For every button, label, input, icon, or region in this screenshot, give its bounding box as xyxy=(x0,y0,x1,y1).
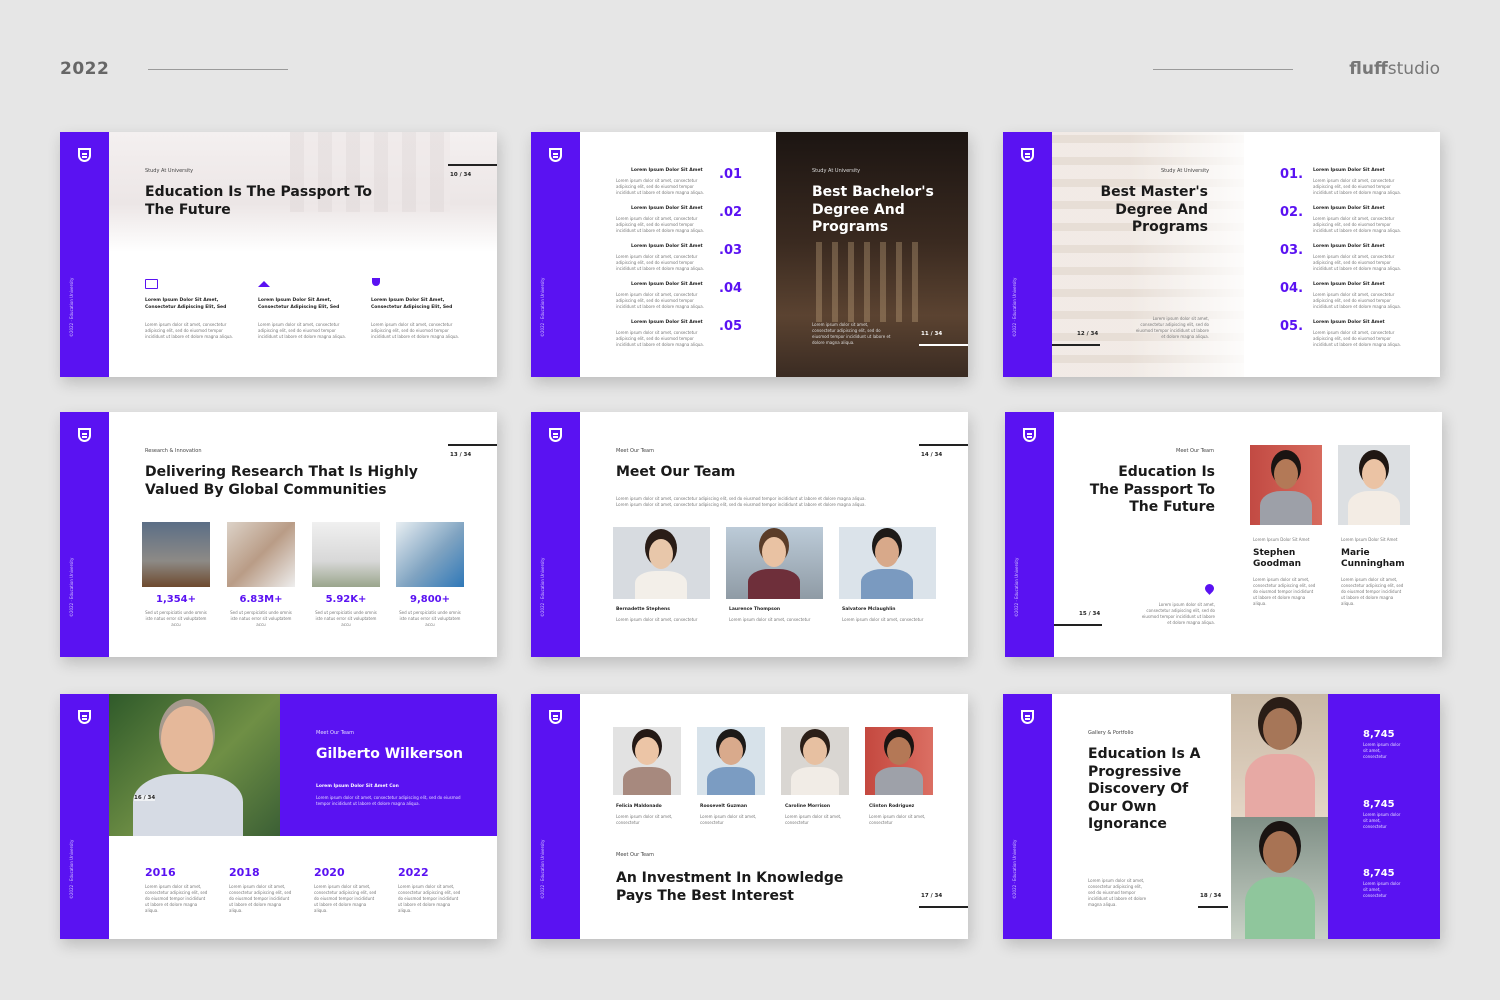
shield-logo-icon xyxy=(1021,148,1034,162)
gavel-photo xyxy=(142,522,210,587)
accent-sidebar: ©2022 · Education University xyxy=(531,132,580,377)
team-photo-bernadette xyxy=(613,527,710,599)
shield-logo-icon xyxy=(78,428,91,442)
lab-scientist-photo xyxy=(396,522,464,587)
header-divider-left xyxy=(148,69,288,70)
slide-thumbnail-17[interactable]: ©2022 · Education University Felicia Mal… xyxy=(531,694,968,939)
accent-sidebar: ©2022 · Education University xyxy=(531,694,580,939)
accent-sidebar: ©2022 · Education University xyxy=(1005,412,1054,657)
shield-logo-icon xyxy=(1023,428,1036,442)
brand-logo: fluffstudio xyxy=(1349,59,1440,79)
header-year: 2022 xyxy=(60,59,110,79)
name-banner xyxy=(280,694,497,836)
team-photo-clinton xyxy=(865,727,933,795)
slide-thumbnail-12[interactable]: ©2022 · Education University Study At Un… xyxy=(1003,132,1440,377)
gallery-photo-student-woman xyxy=(1231,694,1328,817)
slide-thumbnail-13[interactable]: ©2022 · Education University Research & … xyxy=(60,412,497,657)
accent-sidebar: ©2022 · Education University xyxy=(1003,694,1052,939)
shield-logo-icon xyxy=(549,710,562,724)
accent-sidebar: ©2022 · Education University xyxy=(60,412,109,657)
slide-title: Education Is The Passport To The Future xyxy=(145,184,372,218)
studio-lights-photo xyxy=(312,522,380,587)
student-reading-photo xyxy=(227,522,295,587)
diploma-icon xyxy=(145,279,158,289)
accent-sidebar: ©2022 · Education University xyxy=(1003,132,1052,377)
team-photo-salvatore xyxy=(839,527,936,599)
accent-sidebar: ©2022 · Education University xyxy=(60,694,109,939)
team-photo-felicia xyxy=(613,727,681,795)
shield-logo-icon xyxy=(549,428,562,442)
slide-thumbnail-14[interactable]: ©2022 · Education University Meet Our Te… xyxy=(531,412,968,657)
vertical-caption: ©2022 · Education University xyxy=(69,277,74,337)
accent-sidebar: ©2022 · Education University xyxy=(60,132,109,377)
shield-logo-icon xyxy=(78,148,91,162)
slide-thumbnail-16[interactable]: ©2022 · Education University 16 / 34 Mee… xyxy=(60,694,497,939)
gallery-photo-student-man xyxy=(1231,817,1328,939)
team-photo-roosevelt xyxy=(697,727,765,795)
shield-logo-icon xyxy=(1021,710,1034,724)
accent-sidebar: ©2022 · Education University xyxy=(531,412,580,657)
portrait-photo-gilberto xyxy=(109,694,280,836)
team-photo-laurence xyxy=(726,527,823,599)
team-photo-marie xyxy=(1338,445,1410,525)
slide-thumbnail-15[interactable]: ©2022 · Education University Meet Our Te… xyxy=(1005,412,1442,657)
slide-tag: Study At University xyxy=(145,168,194,174)
trophy-icon xyxy=(372,278,380,286)
team-photo-stephen xyxy=(1250,445,1322,525)
slide-thumbnail-18[interactable]: ©2022 · Education University Gallery & P… xyxy=(1003,694,1440,939)
location-pin-icon xyxy=(1203,582,1216,595)
graduation-cap-icon xyxy=(258,281,270,287)
shield-logo-icon xyxy=(78,710,91,724)
header-divider-right xyxy=(1153,69,1293,70)
team-photo-caroline xyxy=(781,727,849,795)
slide-thumbnail-11[interactable]: ©2022 · Education University Lorem Ipsum… xyxy=(531,132,968,377)
shield-logo-icon xyxy=(549,148,562,162)
slide-thumbnail-10[interactable]: ©2022 · Education University Study At Un… xyxy=(60,132,497,377)
page-number: 10 / 34 xyxy=(450,172,472,178)
